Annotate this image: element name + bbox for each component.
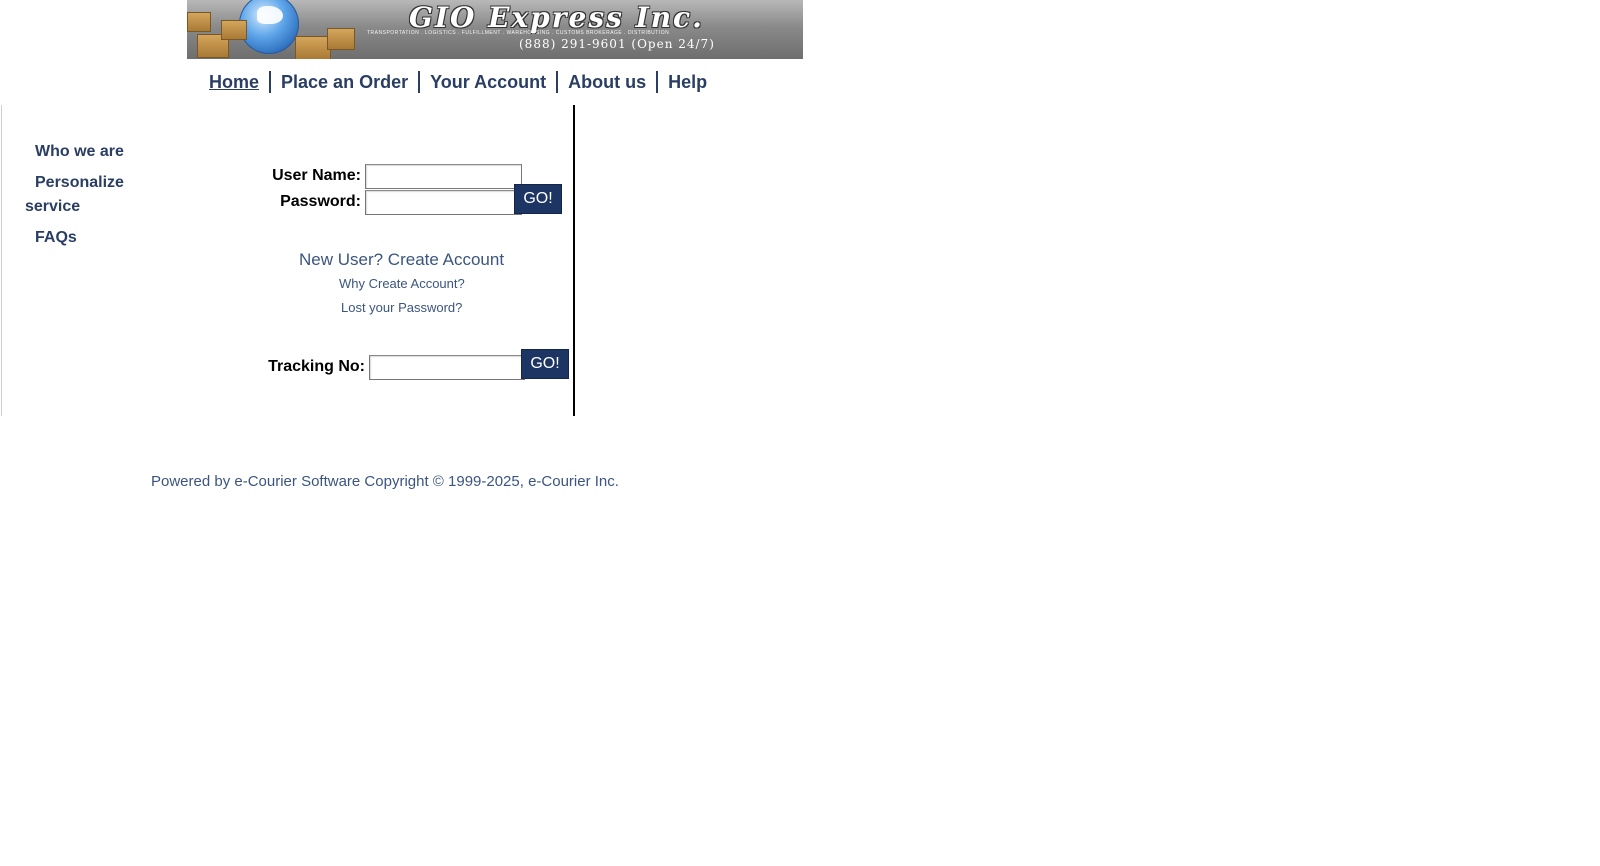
nav-home[interactable]: Home <box>209 72 259 93</box>
tracking-label: Tracking No: <box>268 358 365 375</box>
box-icon <box>187 12 211 32</box>
content-left-border <box>1 105 2 416</box>
top-nav: Home Place an Order Your Account About u… <box>209 70 707 94</box>
username-label: User Name: <box>272 167 361 184</box>
continent-shape <box>257 6 283 24</box>
content-right-border <box>573 105 575 416</box>
tracking-go-button[interactable]: GO! <box>521 349 569 379</box>
nav-your-account[interactable]: Your Account <box>430 72 546 93</box>
login-go-button[interactable]: GO! <box>514 184 562 214</box>
password-label: Password: <box>280 193 361 210</box>
footer-copyright: Powered by e-Courier Software Copyright … <box>151 473 619 490</box>
sidebar-item-personalize-service[interactable]: Personalize service <box>25 171 145 219</box>
box-icon <box>327 28 355 50</box>
box-icon <box>295 36 331 59</box>
sidebar-item-faqs[interactable]: FAQs <box>25 226 145 250</box>
nav-divider <box>556 71 559 93</box>
company-phone: (888) 291-9601 (Open 24/7) <box>519 37 715 51</box>
nav-place-an-order[interactable]: Place an Order <box>281 72 408 93</box>
nav-divider <box>656 71 659 93</box>
company-banner: GIO Express Inc. TRANSPORTATION . LOGIST… <box>187 0 803 59</box>
username-field[interactable] <box>365 164 522 189</box>
nav-help[interactable]: Help <box>668 72 707 93</box>
tracking-number-field[interactable] <box>369 355 525 380</box>
sidebar-item-who-we-are[interactable]: Who we are <box>25 140 145 164</box>
nav-about-us[interactable]: About us <box>568 72 646 93</box>
why-create-account-link[interactable]: Why Create Account? <box>339 276 465 291</box>
nav-divider <box>418 71 421 93</box>
sidebar: Who we are Personalize service FAQs <box>25 140 145 257</box>
lost-password-link[interactable]: Lost your Password? <box>341 300 462 315</box>
company-tagline: TRANSPORTATION . LOGISTICS . FULFILLMENT… <box>367 30 670 36</box>
box-icon <box>221 20 247 40</box>
create-account-link[interactable]: New User? Create Account <box>299 250 504 270</box>
nav-divider <box>269 71 272 93</box>
password-field[interactable] <box>365 190 522 215</box>
